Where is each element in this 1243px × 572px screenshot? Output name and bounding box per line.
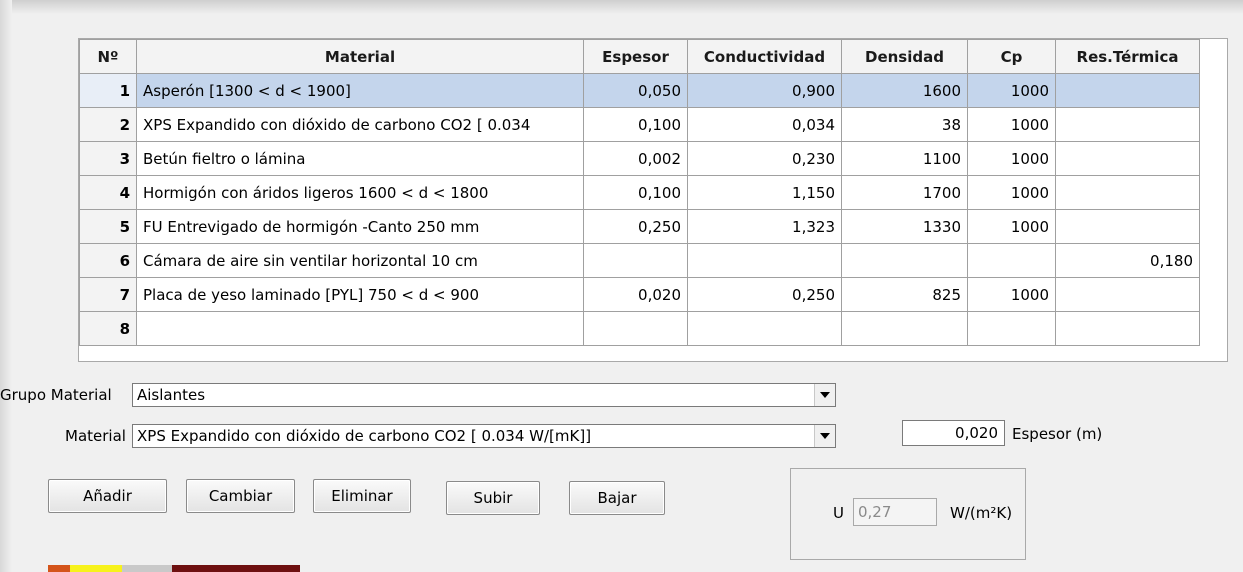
cp-cell[interactable]: 1000 (967, 175, 1056, 210)
densidad-cell[interactable] (841, 243, 968, 278)
densidad-cell[interactable]: 1330 (841, 209, 968, 244)
densidad-cell[interactable] (841, 311, 968, 346)
material-value: XPS Expandido con dióxido de carbono CO2… (137, 427, 592, 445)
material-cell[interactable]: Cámara de aire sin ventilar horizontal 1… (136, 243, 584, 278)
res-termica-cell[interactable] (1055, 141, 1200, 176)
cp-cell[interactable]: 1000 (967, 277, 1056, 312)
espesor-input[interactable]: 0,020 (902, 420, 1005, 446)
conductividad-cell[interactable]: 1,323 (687, 209, 842, 244)
u-label: U (833, 504, 844, 522)
table-row[interactable]: 2 XPS Expandido con dióxido de carbono CO… (79, 107, 1200, 142)
espesor-cell[interactable]: 0,100 (583, 107, 688, 142)
material-cell[interactable]: FU Entrevigado de hormigón -Canto 250 mm (136, 209, 584, 244)
espesor-cell[interactable] (583, 243, 688, 278)
res-termica-cell[interactable] (1055, 277, 1200, 312)
material-select[interactable]: XPS Expandido con dióxido de carbono CO2… (132, 424, 836, 448)
col-header-conductividad[interactable]: Conductividad (687, 39, 842, 74)
densidad-cell[interactable]: 1700 (841, 175, 968, 210)
grid-header-row: Nº Material Espesor Conductividad Densid… (79, 39, 1200, 74)
col-header-material[interactable]: Material (136, 39, 584, 74)
conductividad-cell[interactable]: 0,900 (687, 73, 842, 108)
row-number[interactable]: 3 (79, 141, 137, 176)
layer-color-swatch (70, 565, 122, 572)
material-label: Material (65, 427, 126, 445)
espesor-cell[interactable]: 0,020 (583, 277, 688, 312)
materials-grid[interactable]: Nº Material Espesor Conductividad Densid… (78, 38, 1228, 362)
cp-cell[interactable]: 1000 (967, 209, 1056, 244)
material-cell[interactable]: Hormigón con áridos ligeros 1600 < d < 1… (136, 175, 584, 210)
col-header-cp[interactable]: Cp (967, 39, 1056, 74)
cp-cell[interactable] (967, 243, 1056, 278)
material-cell[interactable]: Placa de yeso laminado [PYL] 750 < d < 9… (136, 277, 584, 312)
row-number[interactable]: 6 (79, 243, 137, 278)
conductividad-cell[interactable] (687, 311, 842, 346)
col-header-res-termica[interactable]: Res.Térmica (1055, 39, 1200, 74)
layer-color-swatch (172, 565, 300, 572)
conductividad-cell[interactable]: 1,150 (687, 175, 842, 210)
espesor-unit-label: Espesor (m) (1012, 425, 1103, 443)
conductividad-cell[interactable]: 0,250 (687, 277, 842, 312)
conductividad-cell[interactable] (687, 243, 842, 278)
espesor-cell[interactable]: 0,250 (583, 209, 688, 244)
table-row[interactable]: 5 FU Entrevigado de hormigón -Canto 250 m… (79, 209, 1200, 244)
col-header-num[interactable]: Nº (79, 39, 137, 74)
layer-color-swatch (48, 565, 70, 572)
col-header-densidad[interactable]: Densidad (841, 39, 968, 74)
grupo-material-select[interactable]: Aislantes (132, 383, 836, 407)
eliminar-button[interactable]: Eliminar (313, 479, 411, 513)
densidad-cell[interactable]: 825 (841, 277, 968, 312)
grupo-material-label: Grupo Material (0, 386, 112, 404)
material-cell[interactable]: Asperón [1300 < d < 1900] (136, 73, 584, 108)
u-unit-label: W/(m²K) (950, 504, 1013, 522)
u-value-field: 0,27 (853, 498, 937, 526)
res-termica-cell[interactable] (1055, 311, 1200, 346)
table-row[interactable]: 7 Placa de yeso laminado [PYL] 750 < d < … (79, 277, 1200, 312)
espesor-cell[interactable] (583, 311, 688, 346)
conductividad-cell[interactable]: 0,230 (687, 141, 842, 176)
row-number[interactable]: 5 (79, 209, 137, 244)
res-termica-cell[interactable] (1055, 175, 1200, 210)
densidad-cell[interactable]: 38 (841, 107, 968, 142)
row-number[interactable]: 7 (79, 277, 137, 312)
espesor-cell[interactable]: 0,050 (583, 73, 688, 108)
subir-button[interactable]: Subir (446, 481, 540, 515)
cp-cell[interactable] (967, 311, 1056, 346)
densidad-cell[interactable]: 1100 (841, 141, 968, 176)
res-termica-cell[interactable] (1055, 209, 1200, 244)
espesor-cell[interactable]: 0,002 (583, 141, 688, 176)
row-number[interactable]: 2 (79, 107, 137, 142)
table-row[interactable]: 8 (79, 311, 1200, 346)
table-row[interactable]: 3 Betún fieltro o lámina 0,002 0,230 1100 100… (79, 141, 1200, 176)
row-number[interactable]: 1 (79, 73, 137, 108)
table-row[interactable]: 1 Asperón [1300 < d < 1900] 0,050 0,900 1600… (79, 73, 1200, 108)
bajar-button[interactable]: Bajar (569, 481, 665, 515)
cp-cell[interactable]: 1000 (967, 107, 1056, 142)
cp-cell[interactable]: 1000 (967, 141, 1056, 176)
anadir-button[interactable]: Añadir (48, 479, 167, 513)
material-cell[interactable]: XPS Expandido con dióxido de carbono CO2… (136, 107, 584, 142)
window-top-edge (0, 0, 1243, 14)
chevron-down-icon[interactable] (814, 425, 835, 447)
res-termica-cell[interactable] (1055, 73, 1200, 108)
materials-table: Nº Material Espesor Conductividad Densid… (79, 39, 1200, 346)
densidad-cell[interactable]: 1600 (841, 73, 968, 108)
conductividad-cell[interactable]: 0,034 (687, 107, 842, 142)
chevron-down-icon[interactable] (814, 384, 835, 406)
table-row[interactable]: 4 Hormigón con áridos ligeros 1600 < d < … (79, 175, 1200, 210)
espesor-cell[interactable]: 0,100 (583, 175, 688, 210)
cp-cell[interactable]: 1000 (967, 73, 1056, 108)
col-header-espesor[interactable]: Espesor (583, 39, 688, 74)
row-number[interactable]: 8 (79, 311, 137, 346)
window-left-edge (0, 0, 12, 572)
layer-color-swatch (122, 565, 172, 572)
res-termica-cell[interactable] (1055, 107, 1200, 142)
material-cell[interactable] (136, 311, 584, 346)
material-cell[interactable]: Betún fieltro o lámina (136, 141, 584, 176)
table-row[interactable]: 6 Cámara de aire sin ventilar horizontal … (79, 243, 1200, 278)
res-termica-cell[interactable]: 0,180 (1055, 243, 1200, 278)
cambiar-button[interactable]: Cambiar (186, 479, 295, 513)
grupo-material-value: Aislantes (137, 386, 206, 404)
row-number[interactable]: 4 (79, 175, 137, 210)
